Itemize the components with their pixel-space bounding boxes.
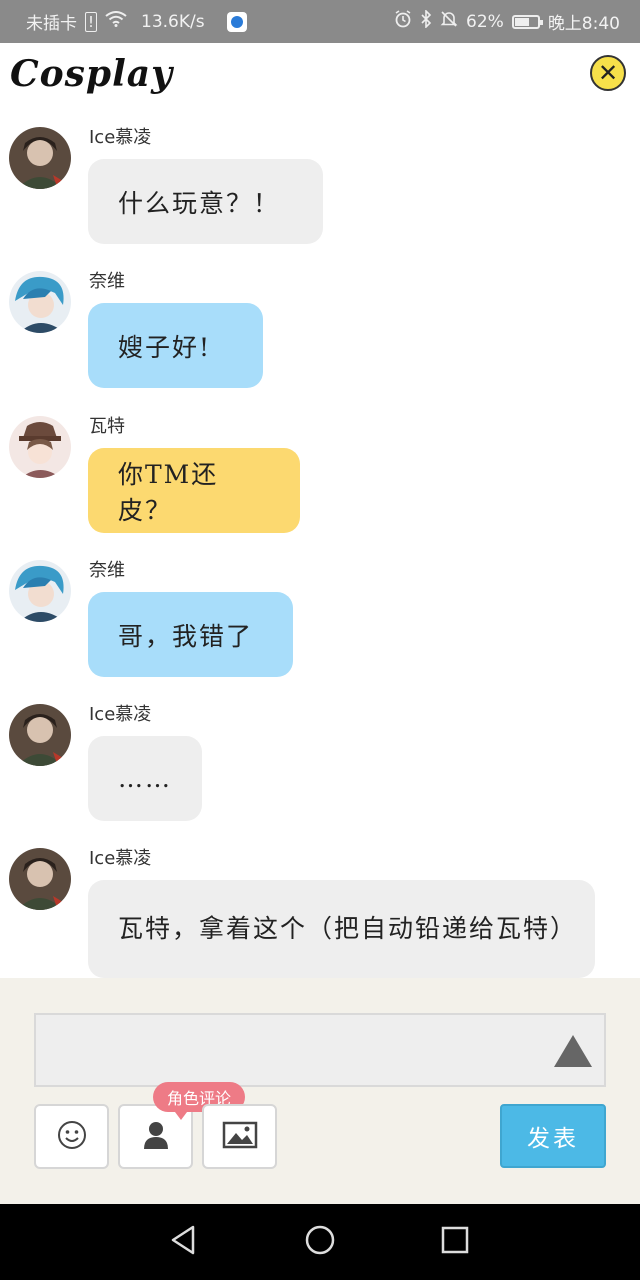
smiley-icon [56, 1119, 88, 1155]
home-circle-icon [304, 1224, 336, 1260]
post-button-label: 发表 [527, 1126, 579, 1152]
avatar[interactable] [9, 127, 71, 189]
status-left: 未插卡 ! 13.6K/s [26, 0, 247, 43]
clock-time: 晚上8:40 [547, 14, 620, 34]
message-author: Ice慕凌 [89, 704, 152, 725]
message-text: 你TM还皮？ [118, 459, 219, 525]
avatar[interactable] [9, 704, 71, 766]
message-author: Ice慕凌 [89, 127, 152, 148]
message-text: 瓦特，拿着这个（把自动铅递给瓦特） [118, 914, 578, 943]
composer-panel: 角色评论 发表 [0, 978, 640, 1204]
expand-triangle-icon[interactable] [554, 1035, 592, 1067]
home-button[interactable] [304, 1224, 336, 1260]
system-nav-bar [0, 1204, 640, 1280]
post-button[interactable]: 发表 [500, 1104, 606, 1168]
avatar[interactable] [9, 560, 71, 622]
wifi-icon [105, 11, 127, 32]
close-icon: ✕ [597, 59, 619, 87]
avatar[interactable] [9, 416, 71, 478]
avatar[interactable] [9, 848, 71, 910]
bluetooth-icon [420, 9, 432, 33]
page-title: Cosplay [10, 53, 174, 95]
message-bubble[interactable]: 瓦特，拿着这个（把自动铅递给瓦特） [88, 880, 595, 978]
carrier-text: 未插卡 [26, 14, 77, 34]
sim-alert-icon: ! [85, 11, 98, 32]
message-bubble[interactable]: 什么玩意？！ [88, 159, 323, 244]
message-text: 嫂子好! [118, 332, 212, 362]
message-text: 哥，我错了 [118, 621, 254, 651]
comment-input[interactable] [34, 1013, 606, 1087]
status-right: 62% 晚上8:40 [394, 0, 620, 43]
mute-bell-icon [440, 10, 458, 33]
status-bar: 未插卡 ! 13.6K/s 62% 晚上8:40 [0, 0, 640, 43]
message-bubble[interactable]: …… [88, 736, 202, 821]
message-author: 瓦特 [89, 416, 125, 437]
message-author: 奈维 [89, 560, 125, 581]
person-icon [141, 1119, 171, 1155]
back-triangle-icon [168, 1224, 198, 1260]
battery-icon [511, 14, 543, 29]
message-author: Ice慕凌 [89, 848, 152, 869]
emoji-button[interactable] [34, 1104, 109, 1169]
message-bubble[interactable]: 哥，我错了 [88, 592, 293, 677]
recents-button[interactable] [439, 1226, 471, 1258]
alarm-icon [394, 10, 412, 33]
image-button[interactable] [202, 1104, 277, 1169]
chat-message-list[interactable]: Ice慕凌 什么玩意？！ 奈维 嫂子好! 瓦特 你TM还皮？ 奈维 哥，我错了 [0, 113, 640, 978]
image-icon [222, 1121, 258, 1153]
app-header: Cosplay ✕ [0, 43, 640, 113]
close-button[interactable]: ✕ [590, 55, 626, 91]
back-button[interactable] [167, 1224, 199, 1260]
message-text: 什么玩意？！ [118, 188, 281, 218]
message-text: …… [118, 764, 172, 793]
avatar[interactable] [9, 271, 71, 333]
message-bubble[interactable]: 你TM还皮？ [88, 448, 300, 533]
app-notification-icon [226, 11, 247, 32]
message-bubble[interactable]: 嫂子好! [88, 303, 263, 388]
network-speed: 13.6K/s [141, 11, 205, 32]
battery-percent: 62% [466, 11, 504, 32]
message-author: 奈维 [89, 271, 125, 292]
recents-square-icon [440, 1225, 470, 1259]
